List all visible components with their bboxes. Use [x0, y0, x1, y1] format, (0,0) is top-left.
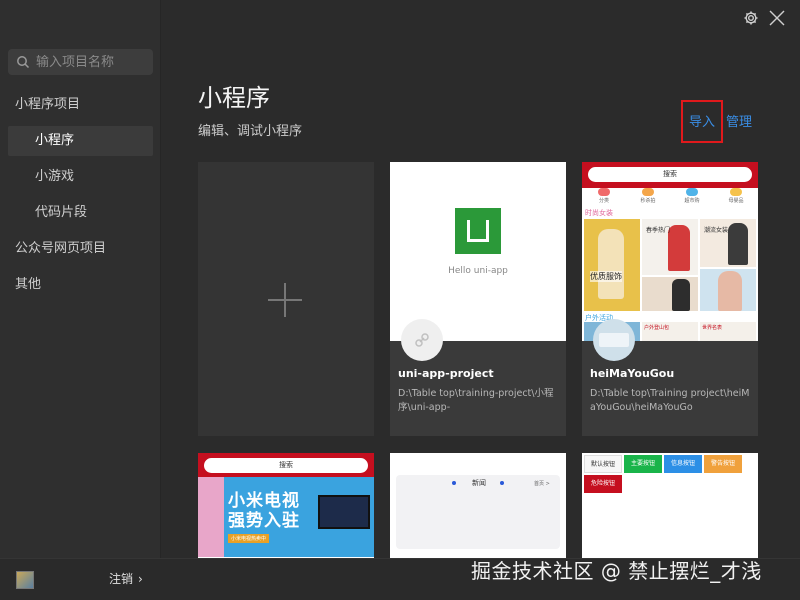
category-label: 分类	[598, 198, 609, 204]
preview-tile: 春季热门	[642, 219, 698, 275]
close-icon[interactable]	[768, 9, 786, 27]
logout-label: 注销	[109, 572, 134, 586]
tile-text: 春季热门	[646, 227, 671, 234]
gear-icon[interactable]	[742, 9, 760, 27]
banner-headline: 小米电视 强势入驻	[228, 491, 300, 531]
preview-tile	[642, 277, 698, 311]
category-label: 母婴品	[728, 198, 744, 204]
link-icon	[401, 319, 443, 361]
sidebar-item-official-account-web[interactable]: 公众号网页项目	[0, 234, 161, 264]
tile-text: 户外登山包	[644, 325, 670, 331]
category-label: 秒杀拍	[640, 198, 656, 204]
search-box[interactable]	[8, 49, 153, 75]
sidebar-item-other[interactable]: 其他	[0, 270, 161, 300]
preview-tab: 新闻	[472, 479, 486, 487]
preview-search: 搜索	[204, 458, 368, 473]
project-card-buttons[interactable]: 默认按钮 主要按钮 信息按钮 警告按钮 危险按钮	[582, 453, 758, 558]
sidebar-item-minigame[interactable]: 小游戏	[0, 162, 161, 192]
preview-primary-button: 主要按钮	[624, 455, 662, 473]
preview-tile	[700, 269, 756, 311]
project-avatar-icon	[593, 319, 635, 361]
sidebar: 小程序项目 小程序 小游戏 代码片段 公众号网页项目 其他	[0, 0, 161, 600]
project-path: D:\Table top\Training project\heiMaYouGo…	[590, 388, 750, 413]
project-card-uni-app[interactable]: Hello uni-app uni-app-project D:\Table t…	[390, 162, 566, 436]
preview-text: Hello uni-app	[448, 266, 508, 276]
page-subtitle: 编辑、调试小程序	[198, 124, 303, 139]
sidebar-item-miniprogram-projects[interactable]: 小程序项目	[0, 90, 161, 120]
logout-button[interactable]: 注销 ›	[109, 570, 143, 587]
project-card-heimayougou[interactable]: 搜索 分类 秒杀拍 超市购 母婴品 时尚女装 优质服饰 春季热门 潮流女装 户外…	[582, 162, 758, 436]
preview-banner: 小米电视 强势入驻 小米电视热卖中	[198, 477, 374, 557]
preview-tile: 潮流女装	[700, 219, 756, 267]
page-title: 小程序	[198, 84, 270, 112]
project-path: D:\Table top\training-project\小程序\uni-ap…	[398, 388, 554, 413]
preview-search: 搜索	[588, 167, 752, 182]
project-name: uni-app-project	[398, 367, 494, 380]
import-highlight-box	[681, 100, 723, 143]
banner-subtext: 小米电视热卖中	[228, 534, 270, 543]
preview-tile: 优质服饰	[584, 219, 640, 311]
sidebar-item-miniprogram[interactable]: 小程序	[8, 126, 153, 156]
uni-app-logo	[455, 208, 501, 254]
project-name: heiMaYouGou	[590, 367, 675, 380]
preview-header: 搜索	[582, 162, 758, 188]
preview-tile: 户外登山包	[642, 322, 698, 341]
category-label: 超市购	[684, 198, 700, 204]
preview-info-button: 信息按钮	[664, 455, 702, 473]
preview-tile: 世界名表	[700, 322, 756, 341]
tile-text: 世界名表	[702, 325, 723, 331]
preview-floor-title: 时尚女装	[585, 209, 613, 217]
preview-danger-button: 危险按钮	[584, 475, 622, 493]
project-card-news[interactable]: 新闻 首页 >	[390, 453, 566, 558]
project-thumbnail: Hello uni-app	[390, 162, 566, 341]
chevron-right-icon: ›	[138, 571, 143, 586]
manage-link[interactable]: 管理	[726, 111, 752, 130]
sidebar-item-code-snippets[interactable]: 代码片段	[0, 198, 161, 228]
project-thumbnail: 搜索 分类 秒杀拍 超市购 母婴品 时尚女装 优质服饰 春季热门 潮流女装 户外…	[582, 162, 758, 341]
preview-header: 搜索	[198, 453, 374, 477]
project-card-tv[interactable]: 搜索 小米电视 强势入驻 小米电视热卖中	[198, 453, 374, 558]
preview-tag: 首页 >	[534, 481, 550, 487]
new-project-card[interactable]	[198, 162, 374, 436]
avatar[interactable]	[16, 571, 34, 589]
preview-categories: 分类 秒杀拍 超市购 母婴品	[582, 188, 758, 208]
search-input[interactable]	[36, 54, 146, 70]
search-icon	[17, 56, 30, 69]
tile-text: 优质服饰	[590, 271, 622, 282]
preview-default-button: 默认按钮	[584, 455, 622, 473]
watermark: 掘金技术社区 @ 禁止摆烂_才浅	[471, 559, 762, 583]
tile-text: 潮流女装	[704, 227, 729, 234]
preview-warning-button: 警告按钮	[704, 455, 742, 473]
